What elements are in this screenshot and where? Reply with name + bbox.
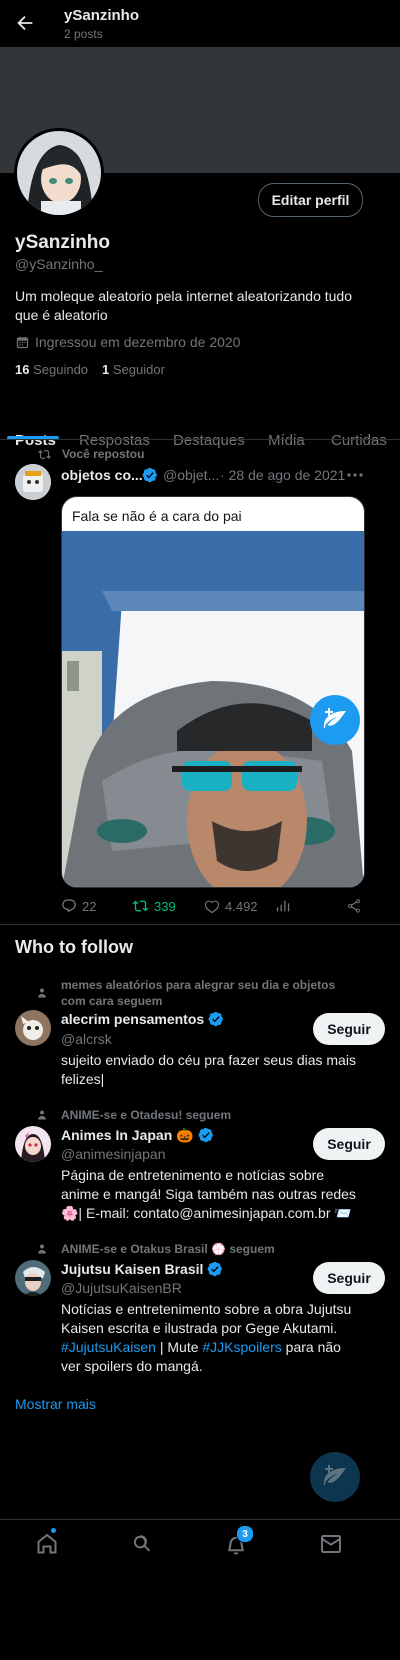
suggestion-3-context-text: ANIME-se e Otakus Brasil 💮 seguem [61,1242,275,1256]
joined-row: Ingressou em dezembro de 2020 [15,334,240,350]
home-icon [37,1533,57,1554]
tabs-divider [0,439,400,440]
suggestion-2-handle[interactable]: @animesinjapan [61,1146,166,1162]
suggestion-1-handle[interactable]: @alcrsk [61,1031,112,1047]
suggestion-2-name-text: Animes In Japan 🎃 [61,1127,194,1143]
media-caption: Fala se não é a cara do pai [72,508,242,524]
followers-count: 1 [102,362,110,377]
suggestion-1-name-text: alecrim pensamentos [61,1011,205,1027]
back-button[interactable] [14,12,36,34]
suggestion-2-avatar[interactable] [15,1126,51,1162]
tab-midia[interactable]: Mídia [268,432,305,449]
search-icon [133,1535,151,1552]
share-button[interactable] [346,898,362,914]
followers-stat[interactable]: 1 Seguidor [102,362,165,377]
reply-count: 22 [82,898,97,914]
suggestion-1-avatar[interactable] [15,1010,51,1046]
following-count: 16 [15,362,30,377]
person-icon [38,1244,46,1254]
suggestion-1-context: memes aleatórios para alegrar seu dia e … [38,977,358,1009]
header-posts-count: 2 posts [64,27,103,41]
suggestion-1-name[interactable]: alecrim pensamentos [61,1011,224,1027]
notification-badge: 3 [236,1525,254,1543]
repost-icon [132,900,149,912]
post-divider [0,924,400,925]
bottom-nav: 3 [0,1520,400,1660]
like-count: 4.492 [225,898,258,914]
suggestion-1-bio: sujeito enviado do céu pra fazer seus di… [61,1052,356,1087]
post-more-button[interactable] [346,467,364,483]
reply-button[interactable]: 22 [61,898,96,914]
nav-search[interactable] [130,1532,154,1556]
compose-fab-bottom[interactable] [310,1452,360,1502]
suggestion-2-name[interactable]: Animes In Japan 🎃 [61,1127,214,1144]
repost-indicator: Você repostou [38,447,144,461]
hashtag-link[interactable]: #JujutsuKaisen [61,1339,156,1355]
suggestion-3-context: ANIME-se e Otakus Brasil 💮 seguem [38,1241,358,1257]
nav-home[interactable] [35,1528,59,1556]
share-icon [348,899,360,913]
suggestion-3-follow-button[interactable]: Seguir [313,1262,385,1294]
calendar-icon [16,336,29,348]
more-horizontal-icon [347,473,363,477]
like-button[interactable]: 4.492 [204,898,258,914]
reply-icon [62,899,76,913]
person-icon [38,1110,46,1120]
profile-display-name: ySanzinho [15,232,111,253]
verified-badge-icon [207,1261,223,1277]
suggestion-3-name-text: Jujutsu Kaisen Brasil [61,1261,204,1277]
nav-messages[interactable] [319,1532,343,1556]
suggestion-2-context-text: ANIME-se e Otadesu! seguem [61,1108,232,1122]
suggestion-1-context-text: memes aleatórios para alegrar seu dia e … [61,978,336,1008]
repost-button[interactable]: 339 [132,898,176,914]
feather-plus-icon [323,708,346,728]
verified-badge-icon [142,467,157,483]
tab-curtidas[interactable]: Curtidas [331,432,400,449]
profile-bio: Um moleque aleatorio pela internet aleat… [15,288,352,323]
following-stat[interactable]: 16 Seguindo [15,362,88,377]
post-verified-badge [142,467,158,483]
verified-badge-icon [208,1011,224,1027]
suggestion-2-follow-button[interactable]: Seguir [313,1128,385,1160]
suggestion-2-context: ANIME-se e Otadesu! seguem [38,1107,358,1123]
post-author-name[interactable]: objetos co... [61,467,143,483]
post-date[interactable]: · 28 de ago de 2021 [220,467,345,483]
feather-plus-icon [323,1465,346,1485]
compose-fab[interactable] [310,695,360,745]
suggestion-3-name[interactable]: Jujutsu Kaisen Brasil [61,1261,223,1277]
arrow-left-icon [17,15,33,31]
followers-label: Seguidor [112,362,165,377]
suggestion-3-bio: Notícias e entretenimento sobre a obra J… [61,1300,361,1376]
who-to-follow-title: Who to follow [15,937,133,957]
header-name: ySanzinho [64,7,140,24]
home-unread-dot [51,1528,56,1533]
post-author-avatar[interactable] [15,464,51,500]
suggestion-1-follow-button[interactable]: Seguir [313,1013,385,1045]
views-button[interactable] [276,898,292,914]
following-label: Seguindo [33,362,89,377]
suggestion-3-handle[interactable]: @JujutsuKaisenBR [61,1280,182,1296]
chart-bars-icon [276,900,290,912]
show-more-link[interactable]: Mostrar mais [15,1396,96,1412]
repost-label: Você repostou [62,447,145,461]
suggestion-2-bio: Página de entretenimento e notícias sobr… [61,1167,356,1221]
edit-profile-button[interactable]: Editar perfil [258,183,363,217]
repost-count: 339 [154,898,176,914]
post-media-card[interactable]: Fala se não é a cara do pai [61,496,365,888]
heart-icon [204,900,220,914]
hashtag-link[interactable]: #JJKspoilers [202,1339,281,1355]
mail-icon [321,1535,341,1553]
suggestion-3-avatar[interactable] [15,1260,51,1296]
profile-avatar[interactable] [14,128,104,218]
verified-badge-icon [198,1127,213,1143]
joined-date: Ingressou em dezembro de 2020 [35,334,241,350]
tab-destaques[interactable]: Destaques [173,432,245,449]
person-icon [38,988,46,998]
suggestion-3-bio-text: Notícias e entretenimento sobre a obra J… [61,1301,352,1336]
post-author-handle[interactable]: @objet... [163,467,219,483]
profile-handle: @ySanzinho_ [15,256,103,272]
nav-notifications[interactable]: 3 [224,1525,254,1556]
repost-icon [38,449,51,459]
suggestion-3-bio-text: | Mute [155,1339,203,1355]
